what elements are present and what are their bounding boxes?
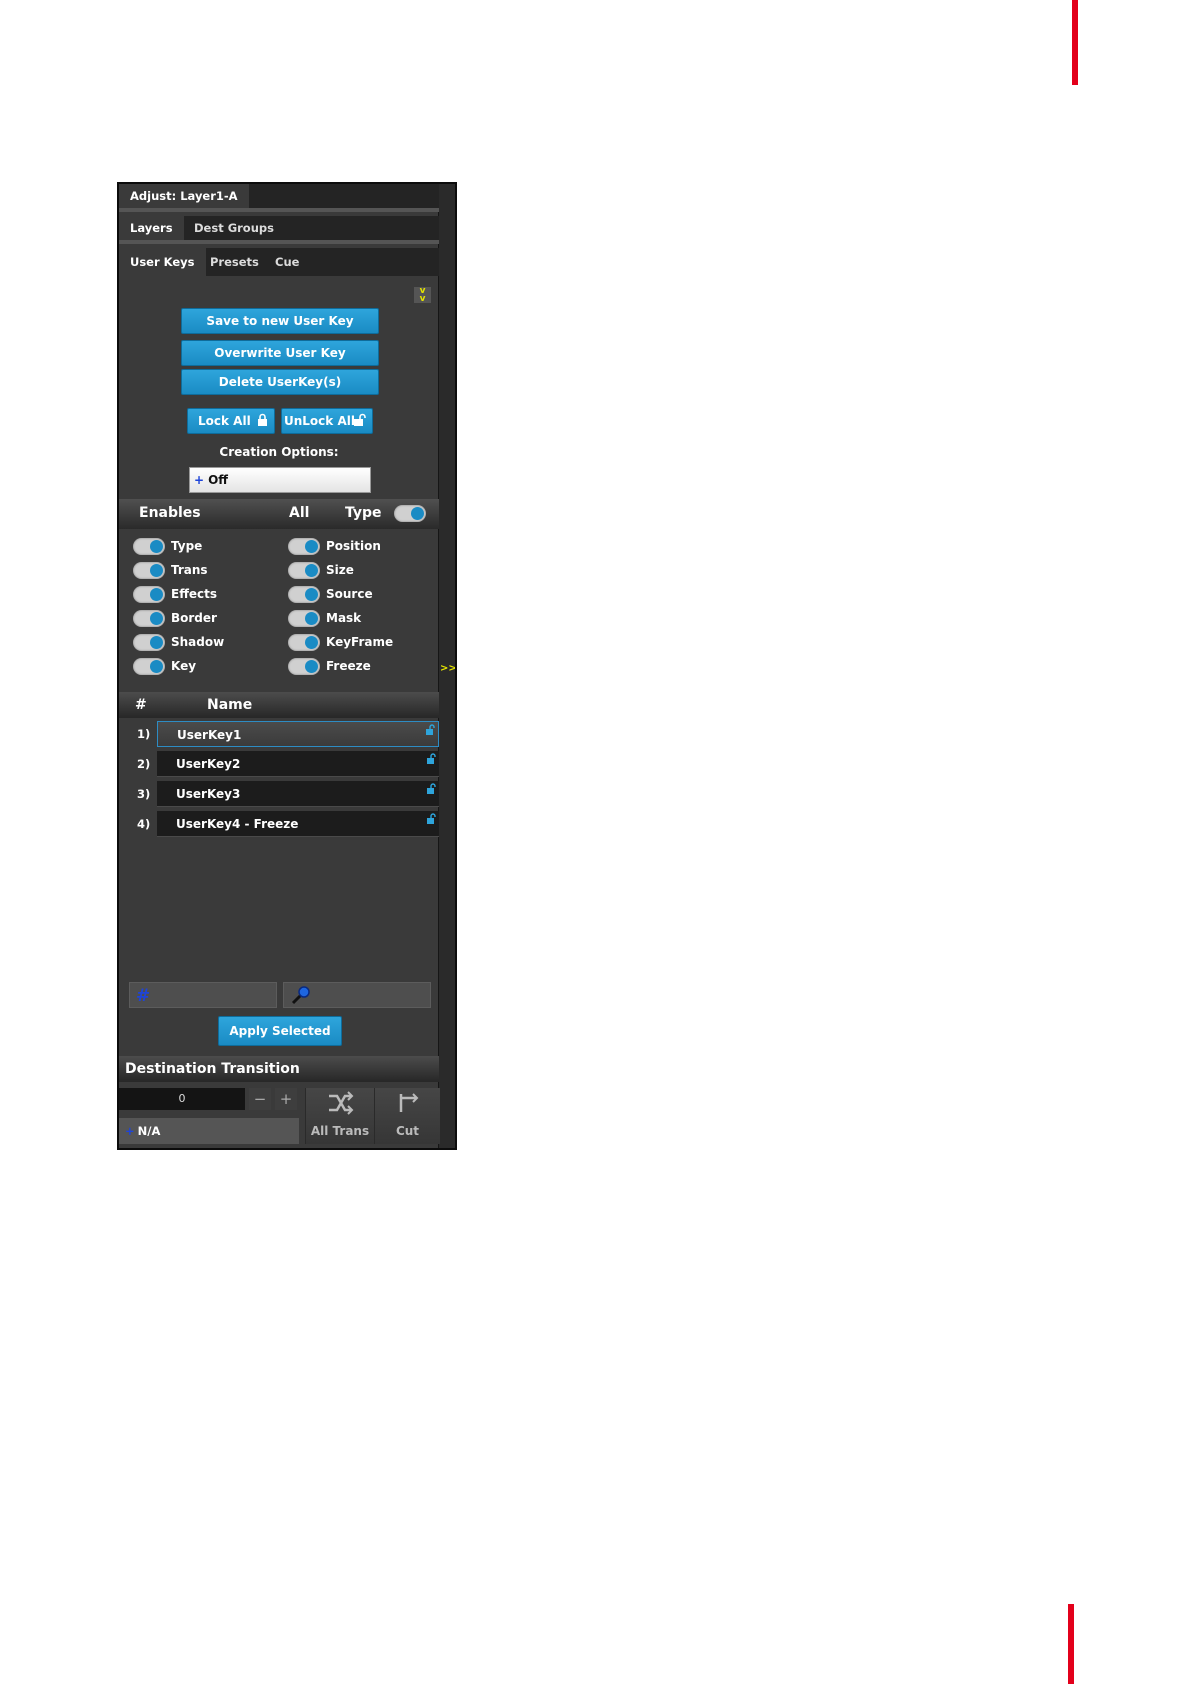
tab-adjust-layer[interactable]: Adjust: Layer1-A (119, 184, 249, 208)
lock-all-label: Lock All (198, 414, 251, 428)
creation-options-value: Off (208, 473, 228, 487)
search-icon (290, 984, 312, 1010)
table-row[interactable]: 1) UserKey1 (119, 720, 439, 748)
apply-selected-button[interactable]: Apply Selected (218, 1016, 342, 1046)
tab-row-1: Layers Dest Groups (119, 216, 439, 244)
row-name-cell[interactable]: UserKey1 (157, 721, 439, 747)
tab-user-keys[interactable]: User Keys (119, 248, 206, 276)
all-trans-label: All Trans (310, 1124, 370, 1138)
unlock-all-label: UnLock All (284, 414, 355, 428)
toggle-freeze-label: Freeze (326, 659, 371, 673)
row-number: 3) (137, 787, 151, 801)
toggle-trans[interactable] (133, 562, 165, 579)
enables-title: Enables (139, 505, 201, 521)
table-row[interactable]: 4) UserKey4 - Freeze (119, 810, 439, 838)
toggle-freeze[interactable] (288, 658, 320, 675)
rate-increment-button[interactable]: + (275, 1088, 297, 1110)
toggle-keyframe-label: KeyFrame (326, 635, 394, 649)
toggle-mask-label: Mask (326, 611, 362, 625)
toggle-size[interactable] (288, 562, 320, 579)
destination-transition-header: Destination Transition (119, 1056, 439, 1082)
delete-user-keys-button[interactable]: Delete UserKey(s) (181, 369, 379, 395)
search-input[interactable] (283, 982, 431, 1008)
row-name: UserKey1 (177, 728, 242, 742)
toggle-mask[interactable] (288, 610, 320, 627)
collapse-chevron-icon[interactable]: vv (414, 287, 431, 304)
cut-button[interactable]: Cut (374, 1088, 440, 1144)
rate-decrement-button[interactable]: − (249, 1088, 271, 1110)
cut-icon (375, 1090, 440, 1120)
cut-label: Cut (395, 1124, 420, 1138)
row-number: 4) (137, 817, 151, 831)
toggle-key[interactable] (133, 658, 165, 675)
lock-all-button[interactable]: Lock All (187, 408, 275, 434)
toggle-position[interactable] (288, 538, 320, 555)
expand-right-icon[interactable]: >> (440, 662, 455, 676)
unlocked-icon[interactable] (426, 753, 436, 768)
toggle-shadow-label: Shadow (171, 635, 225, 649)
title-tab-row: Adjust: Layer1-A (119, 184, 439, 212)
toggle-border-label: Border (171, 611, 217, 625)
toggle-key-label: Key (171, 659, 197, 673)
toggle-type-label: Type (171, 539, 203, 553)
transition-plus-icon: + (125, 1124, 135, 1138)
page-marker-top (1072, 0, 1078, 85)
table-row[interactable]: 2) UserKey2 (119, 750, 439, 778)
save-new-user-key-button[interactable]: Save to new User Key (181, 308, 379, 334)
page-marker-bottom (1068, 1604, 1074, 1684)
creation-plus-icon: + (194, 473, 205, 487)
all-trans-button[interactable]: All Trans (305, 1088, 374, 1144)
key-number-input[interactable]: # (129, 982, 277, 1008)
row-number: 1) (137, 727, 151, 741)
unlocked-icon[interactable] (426, 783, 436, 798)
tab-presets[interactable]: Presets (199, 248, 270, 276)
table-row[interactable]: 3) UserKey3 (119, 780, 439, 808)
type-master-toggle[interactable] (394, 505, 426, 522)
toggle-type[interactable] (133, 538, 165, 555)
row-name-cell[interactable]: UserKey4 - Freeze (157, 811, 439, 837)
enables-type-label: Type (345, 505, 382, 521)
creation-options-label: Creation Options: (219, 445, 339, 459)
unlocked-icon[interactable] (425, 724, 435, 739)
overwrite-user-key-button[interactable]: Overwrite User Key (181, 340, 379, 366)
toggle-size-label: Size (326, 563, 354, 577)
tab-dest-groups[interactable]: Dest Groups (183, 216, 285, 240)
column-number-header[interactable]: # (135, 697, 147, 713)
toggle-effects[interactable] (133, 586, 165, 603)
unlocked-icon[interactable] (426, 813, 436, 828)
toggle-border[interactable] (133, 610, 165, 627)
toggle-source[interactable] (288, 586, 320, 603)
enables-header: Enables All Type (119, 499, 439, 529)
toggle-shadow[interactable] (133, 634, 165, 651)
column-name-header[interactable]: Name (207, 697, 252, 713)
tab-layers[interactable]: Layers (119, 216, 184, 240)
hash-icon: # (136, 986, 151, 1006)
shuffle-icon (306, 1090, 374, 1120)
transition-type-select[interactable]: + N/A (119, 1118, 299, 1144)
user-key-list-header: # Name (119, 692, 439, 718)
toggle-keyframe[interactable] (288, 634, 320, 651)
row-name: UserKey4 - Freeze (176, 817, 299, 831)
tab-cue[interactable]: Cue (264, 248, 310, 276)
unlock-all-button[interactable]: UnLock All (281, 408, 373, 434)
panel-side-strip: >> (438, 184, 455, 1148)
transition-type-value: N/A (137, 1124, 161, 1138)
adjust-panel: >> Adjust: Layer1-A Layers Dest Groups U… (117, 182, 457, 1150)
row-name-cell[interactable]: UserKey3 (157, 781, 439, 807)
destination-transition-title: Destination Transition (125, 1061, 300, 1077)
row-number: 2) (137, 757, 151, 771)
lock-icon (257, 411, 268, 435)
transition-rate-input[interactable]: 0 (119, 1088, 245, 1110)
row-name-cell[interactable]: UserKey2 (157, 751, 439, 777)
toggle-source-label: Source (326, 587, 373, 601)
tab-row-2: User Keys Presets Cue (119, 248, 439, 276)
toggle-effects-label: Effects (171, 587, 218, 601)
creation-options-select[interactable]: + Off (189, 467, 371, 493)
row-name: UserKey3 (176, 787, 241, 801)
enables-all-button[interactable]: All (289, 505, 309, 521)
toggle-trans-label: Trans (171, 563, 208, 577)
unlock-icon (353, 411, 366, 435)
toggle-position-label: Position (326, 539, 381, 553)
row-name: UserKey2 (176, 757, 241, 771)
